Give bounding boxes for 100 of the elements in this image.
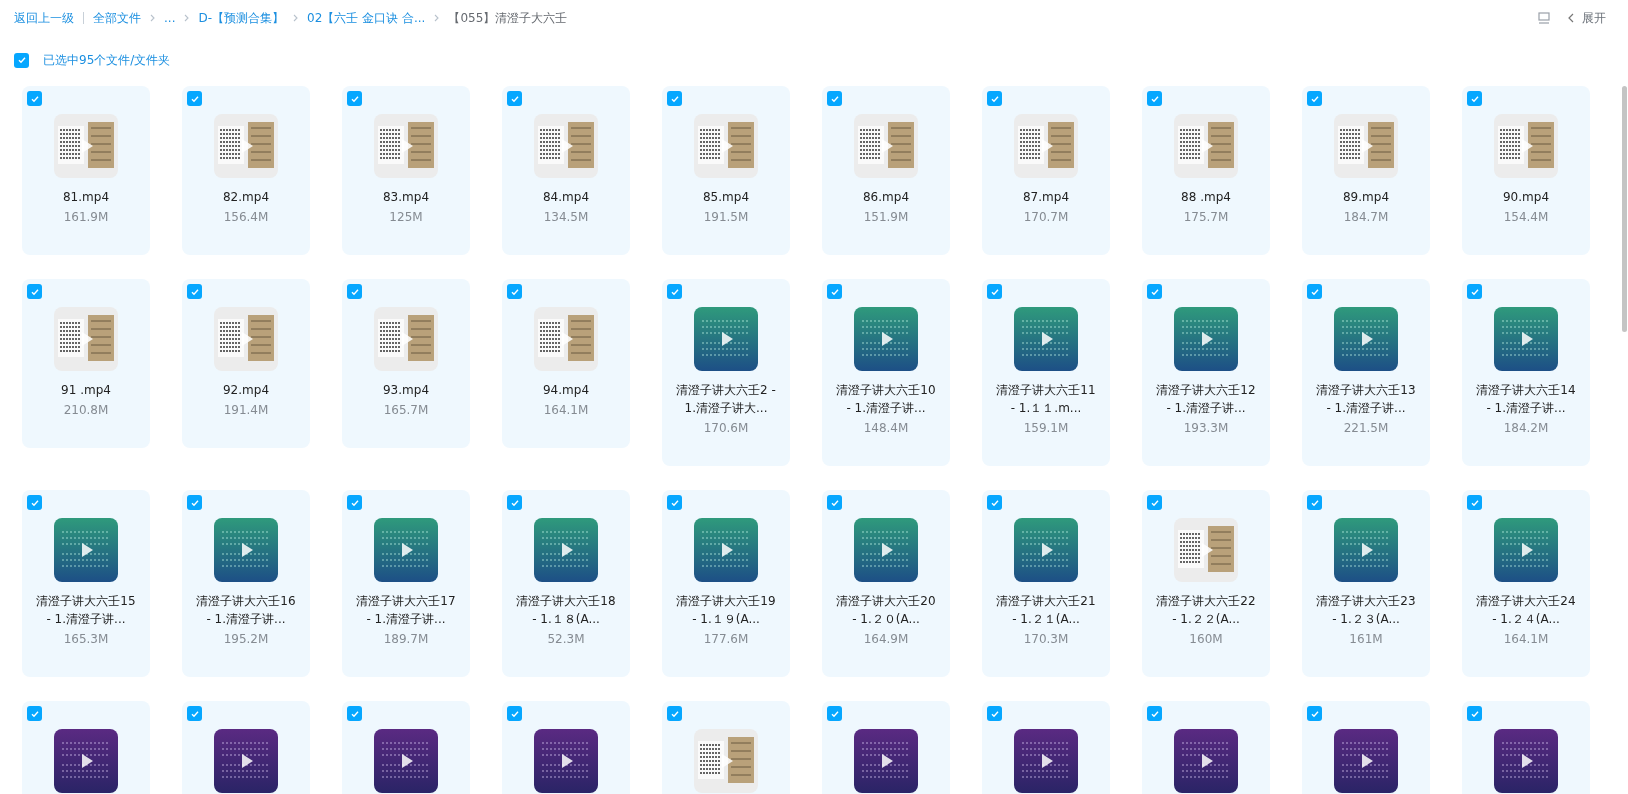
- file-checkbox[interactable]: [827, 284, 842, 299]
- file-checkbox[interactable]: [667, 706, 682, 721]
- file-card[interactable]: 清澄子讲大六壬15 - 1.清澄子讲... 165.3M: [22, 490, 150, 677]
- file-size: 170.3M: [1023, 631, 1069, 648]
- video-thumbnail: [694, 114, 758, 178]
- file-checkbox[interactable]: [1467, 495, 1482, 510]
- file-card[interactable]: 清澄子讲大六壬14 - 1.清澄子讲... 184.2M: [1462, 279, 1590, 466]
- file-checkbox[interactable]: [347, 284, 362, 299]
- file-card[interactable]: 清澄子讲大六壬13 - 1.清澄子讲... 221.5M: [1302, 279, 1430, 466]
- file-card[interactable]: 清澄子讲大六壬21 - 1.２１(A... 170.3M: [982, 490, 1110, 677]
- file-card[interactable]: 清澄子讲大六壬20 - 1.２０(A... 164.9M: [822, 490, 950, 677]
- file-size: 164.1M: [543, 402, 589, 419]
- breadcrumb-link[interactable]: ...: [164, 11, 176, 25]
- file-card[interactable]: 88 .mp4 175.7M: [1142, 86, 1270, 255]
- file-checkbox[interactable]: [1147, 495, 1162, 510]
- file-checkbox[interactable]: [1307, 495, 1322, 510]
- file-card[interactable]: 81.mp4 161.9M: [22, 86, 150, 255]
- file-card[interactable]: 85.mp4 191.5M: [662, 86, 790, 255]
- file-checkbox[interactable]: [1307, 706, 1322, 721]
- file-checkbox[interactable]: [27, 91, 42, 106]
- scrollbar[interactable]: [1622, 86, 1627, 332]
- file-checkbox[interactable]: [507, 284, 522, 299]
- chevron-right-icon: [184, 14, 190, 22]
- file-checkbox[interactable]: [667, 495, 682, 510]
- check-icon: [509, 497, 520, 508]
- file-checkbox[interactable]: [1147, 91, 1162, 106]
- file-checkbox[interactable]: [507, 91, 522, 106]
- file-card[interactable]: 91 .mp4 210.8M: [22, 279, 150, 448]
- file-name: 83.mp4: [382, 189, 430, 206]
- file-card[interactable]: 87.mp4 170.7M: [982, 86, 1110, 255]
- file-checkbox[interactable]: [1467, 706, 1482, 721]
- file-card[interactable]: 94.mp4 164.1M: [502, 279, 630, 448]
- check-icon: [989, 497, 1000, 508]
- file-checkbox[interactable]: [187, 284, 202, 299]
- file-checkbox[interactable]: [827, 495, 842, 510]
- file-checkbox[interactable]: [1467, 284, 1482, 299]
- video-thumbnail: [54, 307, 118, 371]
- layout-icon[interactable]: [1538, 11, 1550, 25]
- file-card[interactable]: 92.mp4 191.4M: [182, 279, 310, 448]
- select-all-checkbox[interactable]: [14, 52, 29, 68]
- file-card[interactable]: 清澄子讲大六壬12 - 1.清澄子讲... 193.3M: [1142, 279, 1270, 466]
- selection-count: 已选中95个文件/文件夹: [43, 51, 171, 69]
- check-icon: [829, 286, 840, 297]
- file-checkbox[interactable]: [347, 91, 362, 106]
- file-card[interactable]: 清澄子讲大六壬23 - 1.２３(A... 161M: [1302, 490, 1430, 677]
- file-card[interactable]: 清澄子讲大六壬24 - 1.２４(A... 164.1M: [1462, 490, 1590, 677]
- file-card[interactable]: 清澄子讲大六壬17 - 1.清澄子讲... 189.7M: [342, 490, 470, 677]
- file-checkbox[interactable]: [667, 284, 682, 299]
- file-checkbox[interactable]: [1467, 91, 1482, 106]
- file-card[interactable]: 84.mp4 134.5M: [502, 86, 630, 255]
- breadcrumb-link[interactable]: 【055】清澄子大六壬: [448, 9, 568, 27]
- check-icon: [16, 55, 27, 65]
- file-checkbox[interactable]: [187, 495, 202, 510]
- file-checkbox[interactable]: [27, 706, 42, 721]
- file-card[interactable]: 83.mp4 125M: [342, 86, 470, 255]
- file-card[interactable]: 82.mp4 156.4M: [182, 86, 310, 255]
- file-checkbox[interactable]: [987, 91, 1002, 106]
- file-checkbox[interactable]: [27, 284, 42, 299]
- file-card[interactable]: 清澄子讲大六壬18 - 1.１８(A... 52.3M: [502, 490, 630, 677]
- file-checkbox[interactable]: [347, 495, 362, 510]
- file-card[interactable]: 89.mp4 184.7M: [1302, 86, 1430, 255]
- check-icon: [1309, 93, 1320, 104]
- file-card[interactable]: 90.mp4 154.4M: [1462, 86, 1590, 255]
- back-link[interactable]: 返回上一级: [14, 9, 74, 27]
- breadcrumb-link[interactable]: D-【预测合集】: [198, 9, 285, 27]
- file-card[interactable]: 清澄子讲大六壬16 - 1.清澄子讲... 195.2M: [182, 490, 310, 677]
- check-icon: [189, 93, 200, 104]
- file-checkbox[interactable]: [1307, 91, 1322, 106]
- breadcrumb-link[interactable]: 全部文件: [93, 9, 141, 27]
- file-size: 134.5M: [543, 209, 589, 226]
- file-checkbox[interactable]: [987, 706, 1002, 721]
- file-card[interactable]: 清澄子讲大六壬11 - 1.１１.m... 159.1M: [982, 279, 1110, 466]
- file-checkbox[interactable]: [507, 495, 522, 510]
- file-checkbox[interactable]: [1307, 284, 1322, 299]
- file-checkbox[interactable]: [1147, 706, 1162, 721]
- file-checkbox[interactable]: [987, 284, 1002, 299]
- file-checkbox[interactable]: [1147, 284, 1162, 299]
- breadcrumb-link[interactable]: 02【六壬 金口诀 合...: [307, 9, 426, 27]
- expand-button[interactable]: 展开: [1568, 9, 1606, 27]
- file-name: 清澄子讲大六壬11 - 1.１１.m...: [995, 382, 1097, 417]
- file-checkbox[interactable]: [27, 495, 42, 510]
- file-card[interactable]: 86.mp4 151.9M: [822, 86, 950, 255]
- file-card[interactable]: 清澄子讲大六壬10 - 1.清澄子讲... 148.4M: [822, 279, 950, 466]
- file-checkbox[interactable]: [827, 91, 842, 106]
- file-name: 84.mp4: [542, 189, 590, 206]
- file-name: 81.mp4: [62, 189, 110, 206]
- file-checkbox[interactable]: [187, 91, 202, 106]
- file-card[interactable]: 清澄子讲大六壬22 - 1.２２(A... 160M: [1142, 490, 1270, 677]
- file-checkbox[interactable]: [347, 706, 362, 721]
- file-checkbox[interactable]: [987, 495, 1002, 510]
- file-checkbox[interactable]: [507, 706, 522, 721]
- file-checkbox[interactable]: [827, 706, 842, 721]
- file-card[interactable]: 清澄子讲大六壬2 - 1.清澄子讲大... 170.6M: [662, 279, 790, 466]
- check-icon: [829, 708, 840, 719]
- file-checkbox[interactable]: [667, 91, 682, 106]
- file-size: 164.1M: [1503, 631, 1549, 648]
- file-card[interactable]: 93.mp4 165.7M: [342, 279, 470, 448]
- file-card[interactable]: 清澄子讲大六壬19 - 1.１９(A... 177.6M: [662, 490, 790, 677]
- file-size: 175.7M: [1183, 209, 1229, 226]
- file-checkbox[interactable]: [187, 706, 202, 721]
